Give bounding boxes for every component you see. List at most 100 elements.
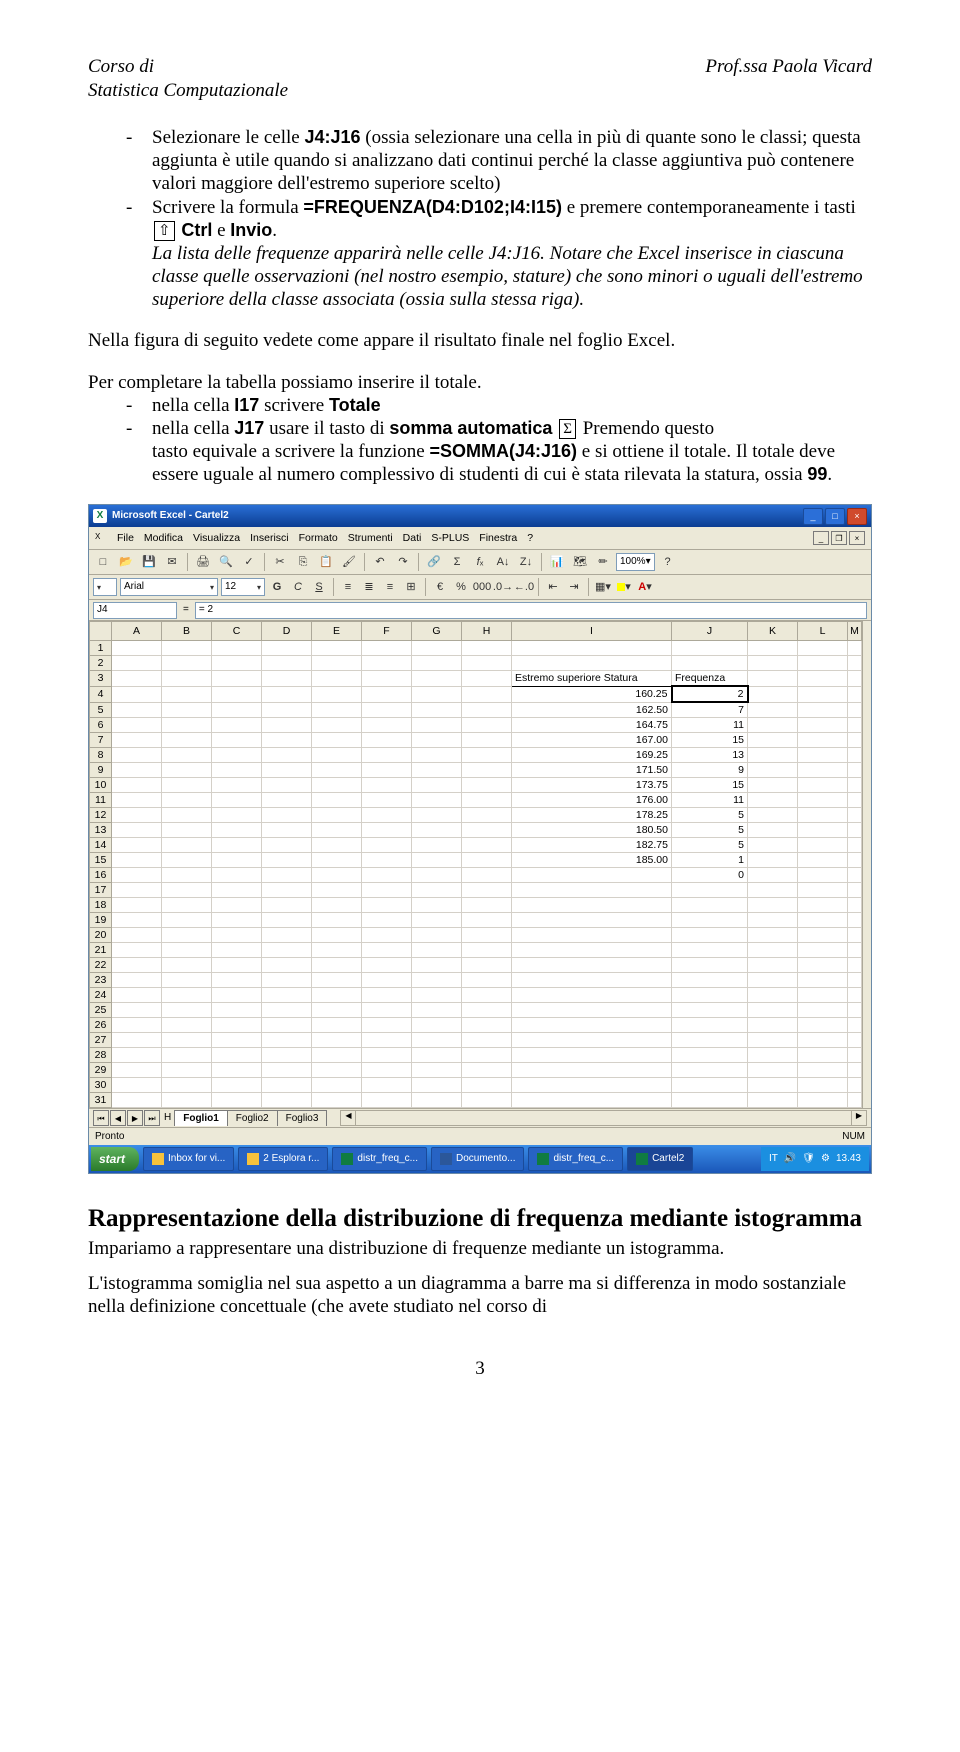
redo-icon[interactable]: ↷	[393, 552, 413, 572]
menu-formato[interactable]: Formato	[299, 532, 338, 545]
dec-indent-icon[interactable]: ⇤	[544, 578, 562, 596]
print-icon[interactable]: 🖨	[193, 552, 213, 572]
sheet-tab-2[interactable]: Foglio2	[227, 1110, 278, 1126]
table-row[interactable]: 10173.7515	[90, 778, 862, 793]
menu-modifica[interactable]: Modifica	[144, 532, 183, 545]
vertical-scrollbar[interactable]	[862, 621, 871, 1108]
align-left-icon[interactable]: ≡	[339, 578, 357, 596]
cut-icon[interactable]: ✂	[270, 552, 290, 572]
tab-nav-last[interactable]: ⏭	[144, 1110, 160, 1126]
table-row[interactable]: 26	[90, 1018, 862, 1033]
underline-icon[interactable]: S	[310, 578, 328, 596]
table-row[interactable]: 1	[90, 641, 862, 656]
help-icon[interactable]: ?	[658, 552, 678, 572]
italic-icon[interactable]: C	[289, 578, 307, 596]
align-right-icon[interactable]: ≡	[381, 578, 399, 596]
percent-icon[interactable]: %	[452, 578, 470, 596]
table-row[interactable]: 13180.505	[90, 823, 862, 838]
table-row[interactable]: 9171.509	[90, 763, 862, 778]
drawing-icon[interactable]: ✏	[593, 552, 613, 572]
taskbar-item-1[interactable]: 2 Esplora r...	[238, 1147, 328, 1171]
copy-icon[interactable]: ⎘	[293, 552, 313, 572]
paste-icon[interactable]: 📋	[316, 552, 336, 572]
mail-icon[interactable]: ✉	[162, 552, 182, 572]
chart-icon[interactable]: 📊	[547, 552, 567, 572]
table-row[interactable]: 20	[90, 928, 862, 943]
table-row[interactable]: 6164.7511	[90, 718, 862, 733]
menu-help[interactable]: ?	[527, 532, 533, 545]
taskbar-item-5[interactable]: Cartel2	[627, 1147, 693, 1171]
spell-icon[interactable]: ✓	[239, 552, 259, 572]
formula-value[interactable]: = 2	[195, 602, 867, 619]
table-row[interactable]: 29	[90, 1063, 862, 1078]
doc-close[interactable]: ×	[849, 531, 865, 545]
col-headers[interactable]: AB CDE FGH IJK LM	[90, 622, 862, 641]
fontsize-combo[interactable]: 12▾	[221, 578, 265, 596]
table-row[interactable]: 28	[90, 1048, 862, 1063]
table-row[interactable]: 5162.507	[90, 702, 862, 718]
save-icon[interactable]: 💾	[139, 552, 159, 572]
table-row[interactable]: 18	[90, 898, 862, 913]
table-row[interactable]: 160	[90, 868, 862, 883]
table-row[interactable]: 4160.252	[90, 686, 862, 702]
fx-icon[interactable]: fₓ	[470, 552, 490, 572]
table-row[interactable]: 8169.2513	[90, 748, 862, 763]
new-icon[interactable]: □	[93, 552, 113, 572]
minimize-button[interactable]: _	[803, 508, 823, 525]
sheet-tab-3[interactable]: Foglio3	[277, 1110, 328, 1126]
spreadsheet-grid[interactable]: AB CDE FGH IJK LM 123Estremo superiore S…	[89, 621, 862, 1108]
menu-finestra[interactable]: Finestra	[479, 532, 517, 545]
font-color-icon[interactable]: A▾	[636, 578, 654, 596]
merge-icon[interactable]: ⊞	[402, 578, 420, 596]
style-combo[interactable]: ▾	[93, 578, 117, 596]
fill-color-icon[interactable]: ▾	[615, 578, 633, 596]
system-tray[interactable]: IT 🔊 🛡 ⚙ 13.43	[761, 1147, 869, 1171]
tab-nav-prev[interactable]: ◀	[110, 1110, 126, 1126]
map-icon[interactable]: 🗺	[570, 552, 590, 572]
taskbar-item-3[interactable]: Documento...	[431, 1147, 524, 1171]
menu-dati[interactable]: Dati	[403, 532, 422, 545]
taskbar-item-0[interactable]: Inbox for vi...	[143, 1147, 234, 1171]
tab-nav-next[interactable]: ▶	[127, 1110, 143, 1126]
align-center-icon[interactable]: ≣	[360, 578, 378, 596]
preview-icon[interactable]: 🔍	[216, 552, 236, 572]
thousands-icon[interactable]: 000	[473, 578, 491, 596]
sheet-tab-1[interactable]: Foglio1	[174, 1110, 228, 1126]
tab-nav-first[interactable]: ⏮	[93, 1110, 109, 1126]
menu-strumenti[interactable]: Strumenti	[348, 532, 393, 545]
taskbar-item-4[interactable]: distr_freq_c...	[528, 1147, 623, 1171]
doc-minimize[interactable]: _	[813, 531, 829, 545]
horizontal-scrollbar[interactable]: ◀▶	[340, 1110, 867, 1126]
table-row[interactable]: 11176.0011	[90, 793, 862, 808]
close-button[interactable]: ×	[847, 508, 867, 525]
borders-icon[interactable]: ▦▾	[594, 578, 612, 596]
link-icon[interactable]: 🔗	[424, 552, 444, 572]
inc-indent-icon[interactable]: ⇥	[565, 578, 583, 596]
table-row[interactable]: 22	[90, 958, 862, 973]
table-row[interactable]: 27	[90, 1033, 862, 1048]
start-button[interactable]: start	[91, 1147, 139, 1171]
sort-asc-icon[interactable]: A↓	[493, 552, 513, 572]
inc-decimal-icon[interactable]: .0→	[494, 578, 512, 596]
menu-file[interactable]: File	[117, 532, 134, 545]
zoom-combo[interactable]: 100% ▾	[616, 553, 655, 571]
sort-desc-icon[interactable]: Z↓	[516, 552, 536, 572]
table-row[interactable]: 3Estremo superiore StaturaFrequenza	[90, 671, 862, 687]
table-row[interactable]: 24	[90, 988, 862, 1003]
menu-splus[interactable]: S-PLUS	[431, 532, 469, 545]
table-row[interactable]: 7167.0015	[90, 733, 862, 748]
autosum-icon[interactable]: Σ	[447, 552, 467, 572]
table-row[interactable]: 21	[90, 943, 862, 958]
open-icon[interactable]: 📂	[116, 552, 136, 572]
dec-decimal-icon[interactable]: ←.0	[515, 578, 533, 596]
currency-icon[interactable]: €	[431, 578, 449, 596]
table-row[interactable]: 12178.255	[90, 808, 862, 823]
table-row[interactable]: 2	[90, 656, 862, 671]
undo-icon[interactable]: ↶	[370, 552, 390, 572]
table-row[interactable]: 19	[90, 913, 862, 928]
font-combo[interactable]: Arial▾	[120, 578, 218, 596]
table-row[interactable]: 25	[90, 1003, 862, 1018]
menu-visualizza[interactable]: Visualizza	[193, 532, 240, 545]
table-row[interactable]: 15185.001	[90, 853, 862, 868]
doc-restore[interactable]: ❐	[831, 531, 847, 545]
